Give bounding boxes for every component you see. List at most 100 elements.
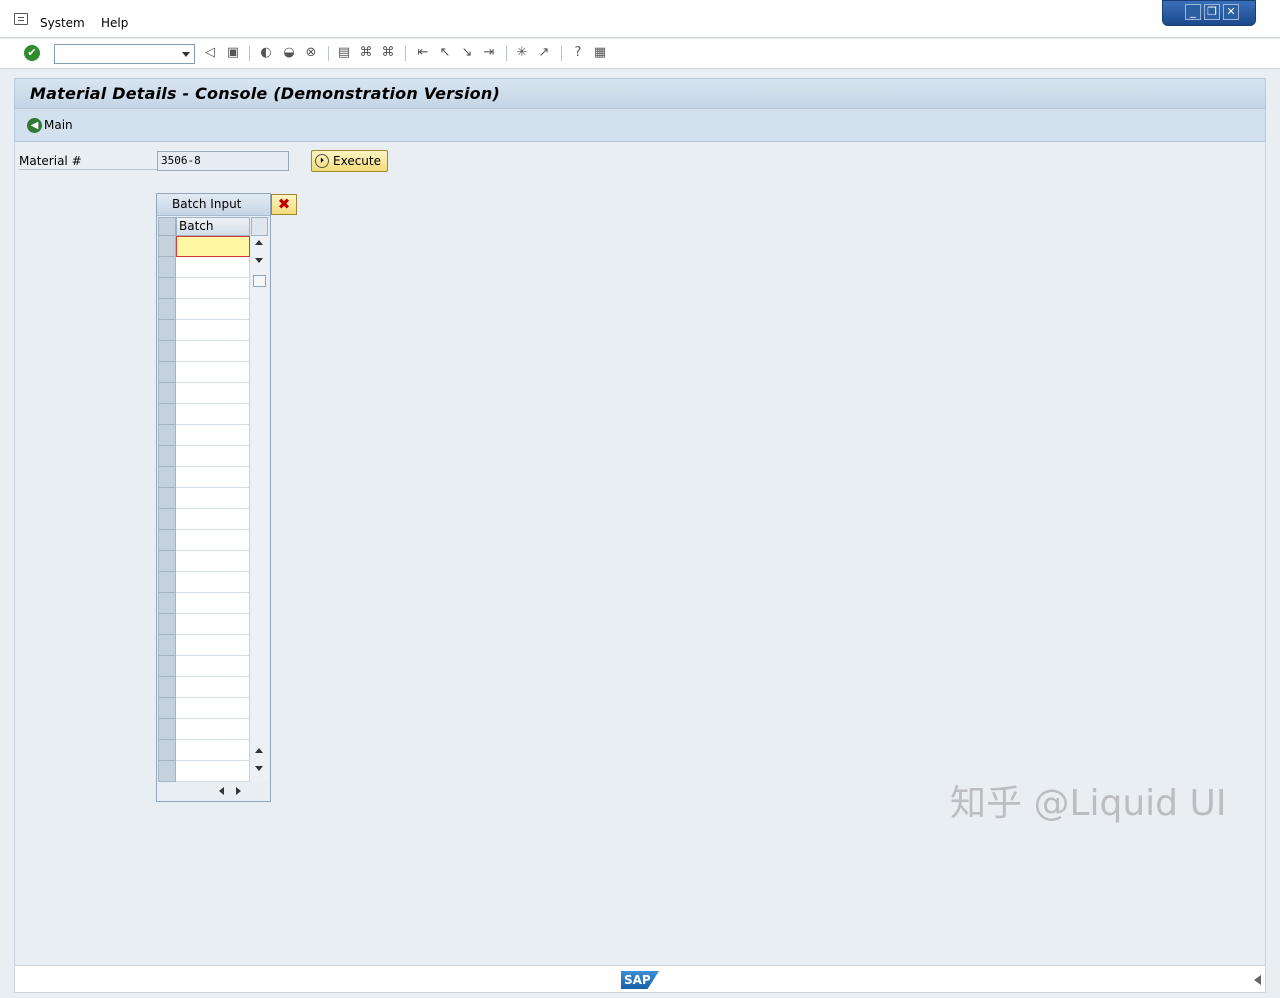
row-selector[interactable] <box>158 320 176 341</box>
back-icon[interactable]: ◐ <box>258 45 274 61</box>
row-selector[interactable] <box>158 530 176 551</box>
table-row <box>158 236 250 257</box>
table-row <box>158 614 250 635</box>
row-selector[interactable] <box>158 656 176 677</box>
batch-cell[interactable] <box>176 509 250 530</box>
batch-cell[interactable] <box>176 257 250 278</box>
close-icon[interactable]: ✕ <box>1223 4 1239 20</box>
scroll-up-icon[interactable] <box>255 240 263 245</box>
help-icon[interactable]: ? <box>570 45 586 61</box>
delete-table-button[interactable]: ✖ <box>271 194 297 215</box>
batch-cell[interactable] <box>176 425 250 446</box>
row-selector[interactable] <box>158 467 176 488</box>
minimize-icon[interactable]: _ <box>1185 4 1201 20</box>
table-row <box>158 404 250 425</box>
scroll-down-icon[interactable] <box>255 258 263 263</box>
batch-cell[interactable] <box>176 446 250 467</box>
row-selector[interactable] <box>158 572 176 593</box>
batch-cell[interactable] <box>176 698 250 719</box>
scroll-left-icon[interactable] <box>219 787 224 795</box>
print-icon[interactable]: ▤ <box>336 45 352 61</box>
horizontal-scrollbar[interactable] <box>176 782 250 800</box>
find-next-icon[interactable]: ⌘ <box>380 45 396 61</box>
select-all-button[interactable] <box>158 217 176 236</box>
scroll-thumb[interactable] <box>253 275 266 287</box>
batch-cell[interactable] <box>176 341 250 362</box>
execute-button[interactable]: ⏵ Execute <box>311 150 388 172</box>
batch-cell[interactable] <box>176 320 250 341</box>
row-selector[interactable] <box>158 614 176 635</box>
batch-cell[interactable] <box>176 593 250 614</box>
shortcut-icon[interactable]: ↗ <box>536 45 552 61</box>
vertical-scrollbar[interactable] <box>251 236 268 782</box>
chevron-down-icon[interactable] <box>182 52 190 57</box>
cancel-icon[interactable]: ⊗ <box>303 45 319 61</box>
batch-cell[interactable] <box>176 530 250 551</box>
row-selector[interactable] <box>158 236 176 257</box>
command-field[interactable] <box>54 44 195 64</box>
table-row <box>158 530 250 551</box>
row-selector[interactable] <box>158 635 176 656</box>
row-selector[interactable] <box>158 362 176 383</box>
batch-cell[interactable] <box>176 635 250 656</box>
row-selector[interactable] <box>158 698 176 719</box>
row-selector[interactable] <box>158 740 176 761</box>
table-row <box>158 509 250 530</box>
batch-cell[interactable] <box>176 614 250 635</box>
batch-cell[interactable] <box>176 719 250 740</box>
layout-menu-icon[interactable]: ▦ <box>592 45 608 61</box>
row-selector[interactable] <box>158 677 176 698</box>
row-selector[interactable] <box>158 446 176 467</box>
row-selector[interactable] <box>158 278 176 299</box>
row-selector[interactable] <box>158 299 176 320</box>
next-page-icon[interactable]: ↘ <box>459 45 475 61</box>
status-expand-icon[interactable] <box>1254 975 1261 985</box>
exit-icon[interactable]: ◒ <box>281 45 297 61</box>
scroll-right-icon[interactable] <box>236 787 241 795</box>
row-selector[interactable] <box>158 404 176 425</box>
batch-cell[interactable] <box>176 656 250 677</box>
row-selector[interactable] <box>158 761 176 782</box>
row-selector[interactable] <box>158 341 176 362</box>
batch-cell[interactable] <box>176 551 250 572</box>
batch-cell[interactable] <box>176 677 250 698</box>
row-selector[interactable] <box>158 593 176 614</box>
batch-cell[interactable] <box>176 404 250 425</box>
batch-cell[interactable] <box>176 740 250 761</box>
main-button[interactable]: ◀ Main <box>27 116 73 134</box>
row-selector[interactable] <box>158 509 176 530</box>
row-selector[interactable] <box>158 719 176 740</box>
restore-icon[interactable]: ❐ <box>1204 4 1220 20</box>
material-input[interactable]: 3506-8 <box>157 151 289 171</box>
row-selector[interactable] <box>158 257 176 278</box>
batch-cell[interactable] <box>176 467 250 488</box>
scroll-up-icon[interactable] <box>255 748 263 753</box>
find-icon[interactable]: ⌘ <box>358 45 374 61</box>
row-selector[interactable] <box>158 383 176 404</box>
expand-left-icon[interactable]: ◁ <box>202 45 218 61</box>
menu-help[interactable]: Help <box>101 16 128 30</box>
batch-cell[interactable] <box>176 761 250 782</box>
batch-cell[interactable] <box>176 299 250 320</box>
enter-check-icon[interactable]: ✔ <box>24 45 40 61</box>
menu-icon[interactable] <box>14 13 28 25</box>
execute-button-label: Execute <box>333 154 381 168</box>
batch-cell[interactable] <box>176 488 250 509</box>
save-icon[interactable]: ▣ <box>225 45 241 61</box>
row-selector[interactable] <box>158 425 176 446</box>
batch-cell[interactable] <box>176 572 250 593</box>
batch-cell[interactable] <box>176 383 250 404</box>
last-page-icon[interactable]: ⇥ <box>481 45 497 61</box>
first-page-icon[interactable]: ⇤ <box>415 45 431 61</box>
batch-cell[interactable] <box>176 278 250 299</box>
table-settings-icon[interactable] <box>251 217 268 236</box>
row-selector[interactable] <box>158 488 176 509</box>
scroll-down-icon[interactable] <box>255 766 263 771</box>
batch-cell[interactable] <box>176 362 250 383</box>
batch-cell[interactable] <box>176 236 250 257</box>
row-selector[interactable] <box>158 551 176 572</box>
column-header-batch[interactable]: Batch <box>176 217 250 236</box>
previous-page-icon[interactable]: ↖ <box>437 45 453 61</box>
menu-system[interactable]: System <box>40 16 85 30</box>
new-session-icon[interactable]: ✳ <box>514 45 530 61</box>
